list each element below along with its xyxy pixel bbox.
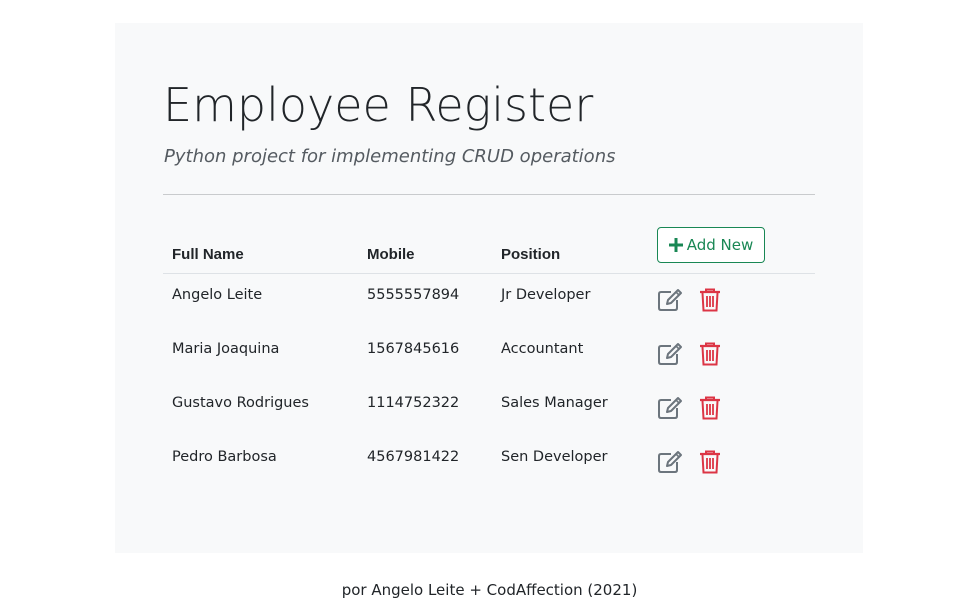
edit-icon [657,450,683,479]
column-header-mobile: Mobile [367,246,415,263]
delete-button[interactable] [697,288,723,317]
edit-button[interactable] [657,342,683,371]
edit-button[interactable] [657,288,683,317]
edit-button[interactable] [657,450,683,479]
cell-position: Sen Developer [501,449,608,465]
footer-credit: por Angelo Leite + CodAffection (2021) [341,581,638,599]
edit-icon [657,288,683,317]
cell-full-name: Pedro Barbosa [172,449,277,465]
table-header: Full Name Mobile Position Add New [163,223,815,274]
cell-position: Sales Manager [501,395,608,411]
add-new-label: Add New [686,236,754,254]
page-title: Employee Register [163,78,594,132]
column-header-position: Position [501,246,561,263]
table-body: Angelo Leite 5555557894 Jr Developer Mar… [163,274,815,490]
edit-button[interactable] [657,396,683,425]
cell-mobile: 4567981422 [367,449,460,465]
column-header-full-name: Full Name [172,246,244,263]
trash-icon [699,396,721,425]
table-row: Pedro Barbosa 4567981422 Sen Developer [163,436,815,490]
cell-mobile: 1567845616 [367,341,460,357]
table-row: Maria Joaquina 1567845616 Accountant [163,328,815,382]
trash-icon [699,342,721,371]
cell-full-name: Angelo Leite [172,287,263,303]
cell-full-name: Maria Joaquina [172,341,280,357]
table-row: Angelo Leite 5555557894 Jr Developer [163,274,815,328]
table-row: Gustavo Rodrigues 1114752322 Sales Manag… [163,382,815,436]
employee-table: Full Name Mobile Position Add New Angelo… [163,223,815,490]
delete-button[interactable] [697,396,723,425]
delete-button[interactable] [697,342,723,371]
plus-icon [668,238,683,252]
trash-icon [699,450,721,479]
cell-position: Accountant [501,341,584,357]
delete-button[interactable] [697,450,723,479]
jumbotron: Employee Register Python project for imp… [115,23,863,553]
edit-icon [657,396,683,425]
cell-mobile: 1114752322 [367,395,460,411]
cell-mobile: 5555557894 [367,287,460,303]
add-new-button[interactable]: Add New [657,227,765,263]
trash-icon [699,288,721,317]
edit-icon [657,342,683,371]
cell-full-name: Gustavo Rodrigues [172,395,309,411]
page-subtitle: Python project for implementing CRUD ope… [164,146,616,167]
cell-position: Jr Developer [501,287,591,303]
divider [163,194,815,195]
